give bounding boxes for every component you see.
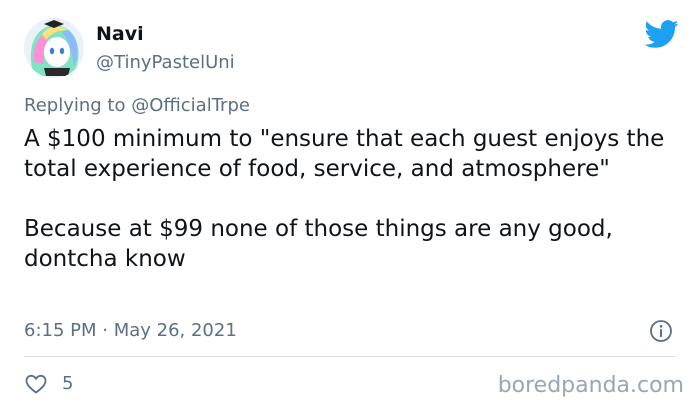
author-block[interactable]: Navi @TinyPastelUni xyxy=(96,22,235,75)
replying-to-line: Replying to @OfficialTrpe xyxy=(24,94,250,118)
twitter-bird-icon[interactable] xyxy=(643,16,679,52)
author-display-name[interactable]: Navi xyxy=(96,22,235,46)
author-handle[interactable]: @TinyPastelUni xyxy=(96,51,235,75)
info-circle-icon[interactable] xyxy=(649,319,673,343)
like-count: 5 xyxy=(62,373,74,394)
tweet-body: A $100 minimum to "ensure that each gues… xyxy=(24,124,684,274)
replying-to-prefix: Replying to xyxy=(24,95,132,116)
divider xyxy=(24,356,676,357)
tweet-card: Navi @TinyPastelUni Replying to @Officia… xyxy=(0,0,700,411)
avatar-image xyxy=(24,18,84,78)
like-button[interactable]: 5 xyxy=(24,371,73,397)
tweet-body-paragraph: A $100 minimum to "ensure that each gues… xyxy=(24,126,665,182)
tweet-timestamp[interactable]: 6:15 PM · May 26, 2021 xyxy=(24,319,237,343)
tweet-body-paragraph: Because at $99 none of those things are … xyxy=(24,216,613,272)
replying-to-mention[interactable]: @OfficialTrpe xyxy=(131,95,250,116)
avatar[interactable] xyxy=(24,18,84,78)
heart-outline-icon xyxy=(24,372,48,396)
watermark: boredpanda.com xyxy=(497,373,684,398)
